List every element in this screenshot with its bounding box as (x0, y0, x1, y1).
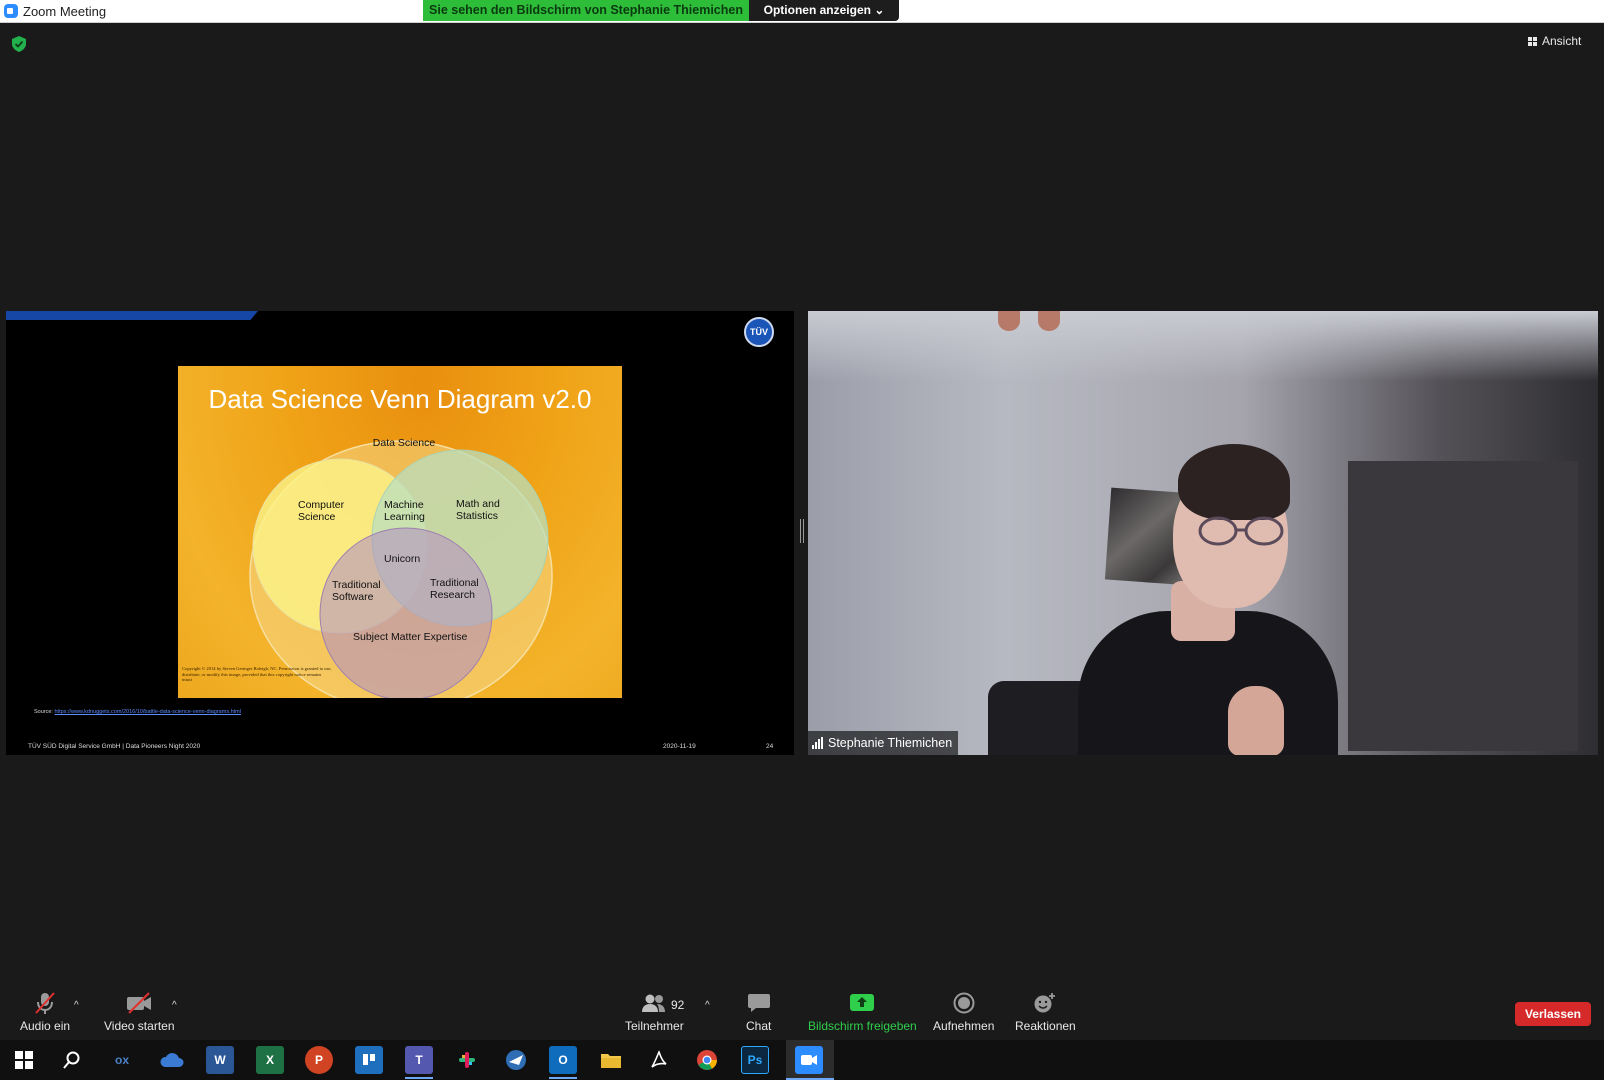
shared-screen[interactable]: TÜV Data Science Venn Diagram v2.0 Data … (6, 311, 794, 755)
label-computer-science-1: Computer (298, 499, 345, 511)
slide-copyright: Copyright © 2014 by Steven Geringer Rale… (182, 666, 332, 682)
video-label: Video starten (104, 1019, 175, 1033)
audio-options-caret[interactable]: ^ (74, 1000, 79, 1011)
record-label: Aufnehmen (933, 1019, 995, 1033)
chevron-down-icon: ⌄ (874, 3, 885, 17)
view-label: Ansicht (1542, 34, 1582, 48)
title-bar: Zoom Meeting Sie sehen den Bildschirm vo… (0, 0, 1604, 23)
label-math-statistics-1: Math and (456, 498, 500, 510)
participant-name-tag: Stephanie Thiemichen (808, 731, 959, 755)
tuv-logo: TÜV (744, 317, 774, 347)
source-link: https://www.kdnuggets.com/2016/10/battle… (54, 709, 241, 715)
source-label: Source: (34, 709, 53, 715)
participants-count: 92 (671, 998, 685, 1012)
file-explorer-icon[interactable] (597, 1046, 625, 1074)
participants-options-caret[interactable]: ^ (705, 1000, 710, 1011)
window-title: Zoom Meeting (23, 4, 107, 19)
label-math-statistics-2: Statistics (456, 510, 498, 522)
venn-slide: Data Science Venn Diagram v2.0 Data Scie… (178, 366, 622, 698)
label-computer-science-2: Science (298, 511, 336, 523)
word-icon[interactable]: W (206, 1046, 234, 1074)
share-screen-label: Bildschirm freigeben (808, 1019, 917, 1033)
share-screen-button[interactable]: Bildschirm freigeben (808, 990, 917, 1033)
chat-bubble-icon (747, 990, 771, 1016)
label-subject-matter: Subject Matter Expertise (353, 631, 468, 643)
video-person-glasses (1198, 516, 1284, 546)
leave-meeting-button[interactable]: Verlassen (1515, 1002, 1591, 1026)
view-options-button[interactable]: Optionen anzeigen ⌄ (749, 0, 899, 21)
slide-source: Source: https://www.kdnuggets.com/2016/1… (34, 709, 241, 715)
teams-active-indicator (405, 1077, 433, 1079)
chat-button[interactable]: Chat (746, 990, 771, 1033)
video-person-hand (1228, 686, 1284, 755)
audio-button[interactable]: Audio ein (20, 990, 70, 1033)
label-data-science: Data Science (373, 437, 436, 449)
participants-label: Teilnehmer (625, 1019, 684, 1033)
video-person-hair (1178, 444, 1290, 520)
search-icon[interactable] (58, 1046, 86, 1074)
windows-start-icon[interactable] (10, 1046, 38, 1074)
participant-video[interactable]: Stephanie Thiemichen (808, 311, 1598, 755)
video-ceiling (808, 311, 1598, 381)
chat-label: Chat (746, 1019, 772, 1033)
onedrive-icon[interactable] (158, 1046, 186, 1074)
slide-footer-left: TÜV SÜD Digital Service GmbH | Data Pion… (28, 743, 201, 750)
video-button[interactable]: Video starten (104, 990, 175, 1033)
signal-strength-icon (812, 737, 823, 749)
reactions-label: Reaktionen (1015, 1019, 1076, 1033)
acrobat-icon[interactable] (645, 1046, 673, 1074)
video-ceiling-lamp (998, 311, 1068, 335)
label-unicorn: Unicorn (384, 553, 420, 565)
outlook-active-indicator (549, 1077, 577, 1079)
audio-label: Audio ein (20, 1019, 71, 1033)
label-traditional-research-1: Traditional (430, 577, 479, 589)
smiley-add-icon (1033, 990, 1057, 1016)
trello-icon[interactable] (355, 1046, 383, 1074)
options-label: Optionen anzeigen (763, 3, 871, 17)
teams-icon[interactable]: T (405, 1046, 433, 1074)
participant-name: Stephanie Thiemichen (828, 736, 953, 750)
ox-app-icon[interactable]: ox (108, 1046, 136, 1074)
participants-icon (640, 990, 668, 1016)
video-door (1348, 461, 1578, 751)
view-button[interactable]: Ansicht (1528, 34, 1581, 48)
screen-share-banner: Sie sehen den Bildschirm von Stephanie T… (423, 0, 749, 21)
label-traditional-software-2: Software (332, 591, 374, 603)
chrome-icon[interactable] (693, 1046, 721, 1074)
label-machine-learning-1: Machine (384, 499, 424, 511)
label-traditional-research-2: Research (430, 589, 475, 601)
photoshop-icon[interactable]: Ps (741, 1046, 769, 1074)
label-machine-learning-2: Learning (384, 511, 425, 523)
powerpoint-icon[interactable]: P (305, 1046, 333, 1074)
slide-page-number: 24 (766, 743, 774, 750)
excel-icon[interactable]: X (256, 1046, 284, 1074)
mic-muted-icon (34, 990, 56, 1016)
thunderbird-icon[interactable] (502, 1046, 530, 1074)
grid-view-icon (1528, 36, 1537, 46)
camera-off-icon (125, 990, 153, 1016)
share-arrow-icon (849, 990, 875, 1016)
zoom-taskbar-icon[interactable] (795, 1046, 823, 1074)
record-button[interactable]: Aufnehmen (933, 990, 994, 1033)
slide-footer-date: 2020-11-19 (663, 743, 696, 750)
label-traditional-software-1: Traditional (332, 579, 381, 591)
outlook-icon[interactable]: O (549, 1046, 577, 1074)
shield-check-icon[interactable] (12, 36, 26, 52)
panel-splitter-handle[interactable] (800, 519, 804, 543)
venn-diagram: Data Science Computer Science Machine Le… (249, 437, 553, 698)
reactions-button[interactable]: Reaktionen (1015, 990, 1076, 1033)
video-options-caret[interactable]: ^ (172, 1000, 177, 1011)
slack-icon[interactable] (453, 1046, 481, 1074)
zoom-app-icon (4, 4, 18, 18)
record-icon (953, 990, 975, 1016)
slide-accent-bar (6, 311, 258, 320)
